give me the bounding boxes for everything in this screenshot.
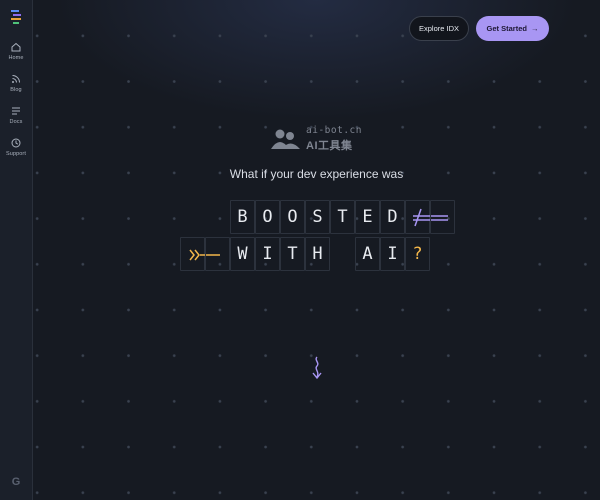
sidebar-item-docs[interactable]: Docs xyxy=(0,106,32,125)
letter-tile: A xyxy=(355,237,380,271)
home-icon xyxy=(11,42,21,52)
support-icon xyxy=(11,138,21,148)
get-started-button[interactable]: Get Started → xyxy=(476,16,549,41)
watermark-subtext: AI工具集 xyxy=(306,140,353,152)
sidebar-item-support[interactable]: Support xyxy=(0,138,32,157)
letter-tile: E xyxy=(355,200,380,234)
purple-slash-tile xyxy=(405,200,431,234)
letter-tile: T xyxy=(330,200,355,234)
watermark-text: ai-bot.cn xyxy=(306,125,362,136)
idx-logo-icon[interactable] xyxy=(9,9,23,27)
docs-icon xyxy=(12,107,20,115)
slash-lines-tail-icon xyxy=(431,215,448,221)
sidebar-item-home[interactable]: Home xyxy=(0,42,32,61)
orange-arrow-tile xyxy=(180,237,206,271)
explore-idx-label: Explore IDX xyxy=(418,24,460,33)
sidebar-item-label: Docs xyxy=(9,119,23,125)
letter-tile: D xyxy=(380,200,405,234)
letter-tile: O xyxy=(255,200,280,234)
sidebar-item-label: Home xyxy=(8,55,24,61)
letter-tile: T xyxy=(280,237,305,271)
empty-tile xyxy=(205,237,230,271)
question-mark-tile: ? xyxy=(405,237,430,271)
letter-tile: O xyxy=(280,200,305,234)
letter-tile: W xyxy=(230,237,255,271)
sidebar-item-label: Support xyxy=(6,151,26,157)
letter-tile: I xyxy=(380,237,405,271)
letter-tile: H xyxy=(305,237,330,271)
arrow-line-icon xyxy=(206,254,220,256)
watermark-logo-icon xyxy=(271,129,300,149)
watermark: ai-bot.cn AI工具集 xyxy=(270,125,370,153)
letter-tile: B xyxy=(230,200,255,234)
letter-tile: I xyxy=(255,237,280,271)
arrow-right-icon: → xyxy=(530,24,539,33)
explore-idx-button[interactable]: Explore IDX xyxy=(409,16,469,41)
sidebar-item-blog[interactable]: Blog xyxy=(0,74,32,93)
rss-icon xyxy=(12,75,20,83)
get-started-label: Get Started xyxy=(486,24,527,33)
empty-tile xyxy=(430,200,455,234)
scroll-down-arrow-icon[interactable] xyxy=(309,356,325,380)
google-icon[interactable]: G xyxy=(10,476,22,488)
sidebar-item-label: Blog xyxy=(10,87,22,93)
letter-tile: S xyxy=(305,200,330,234)
sidebar: Home Blog Docs Support G xyxy=(0,0,33,500)
hero-headline: What if your dev experience was xyxy=(229,167,404,181)
double-chevron-icon xyxy=(189,249,206,261)
slash-lines-icon xyxy=(413,208,431,227)
